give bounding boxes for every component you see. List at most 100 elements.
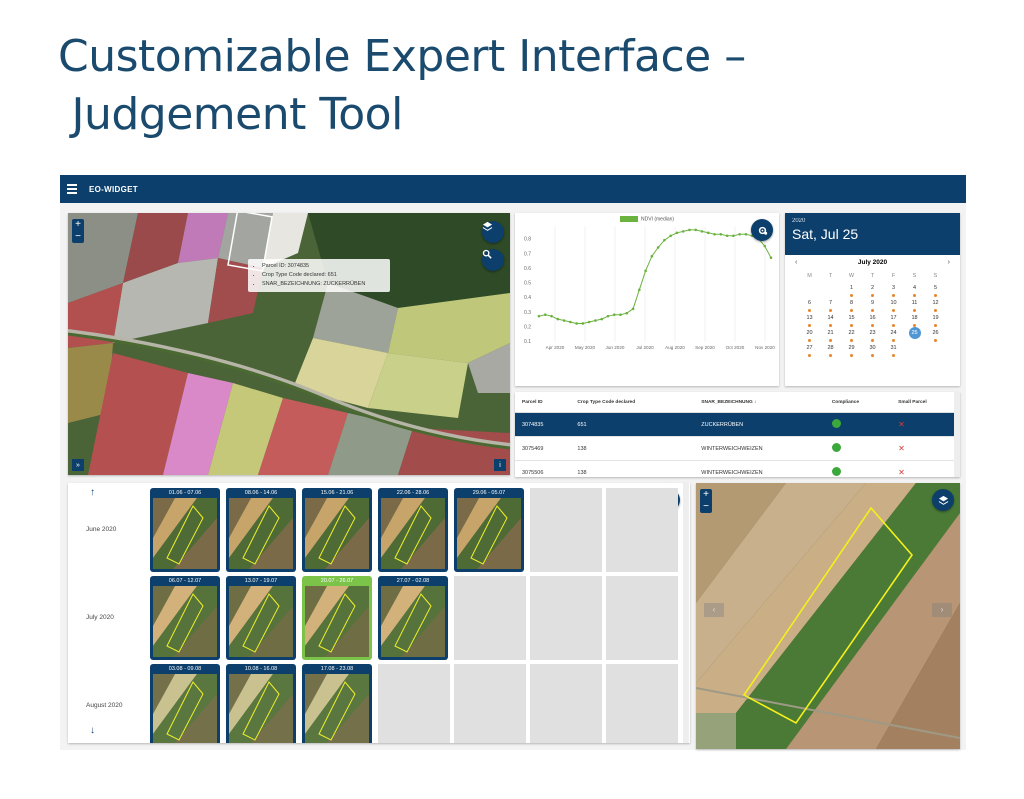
ndvi-data-point[interactable]	[763, 244, 767, 248]
ndvi-data-point[interactable]	[606, 314, 610, 318]
detail-next-arrow[interactable]: ›	[932, 603, 952, 617]
calendar-day[interactable]: 30	[862, 342, 883, 357]
image-thumbnail[interactable]: 06.07 - 12.07	[150, 576, 220, 660]
table-row[interactable]: 3074835 651 ZUCKERRÜBEN ✕	[515, 412, 960, 437]
calendar-day[interactable]: 15	[841, 312, 862, 327]
menu-icon[interactable]	[67, 182, 77, 196]
ndvi-data-point[interactable]	[638, 288, 641, 292]
ndvi-data-point[interactable]	[650, 254, 654, 258]
map-panel[interactable]: + − Parcel ID: 3074835 Crop Type Code de…	[68, 213, 510, 475]
ndvi-data-point[interactable]	[769, 256, 773, 259]
calendar-day[interactable]: 24	[883, 327, 904, 342]
ndvi-data-point[interactable]	[612, 313, 616, 316]
col-compliance[interactable]: Compliance	[824, 392, 892, 413]
ndvi-data-point[interactable]	[663, 238, 666, 242]
map-search-button[interactable]	[482, 249, 504, 271]
calendar-day[interactable]: 18	[904, 312, 925, 327]
calendar-day[interactable]: 7	[820, 297, 841, 312]
ndvi-data-point[interactable]	[732, 234, 735, 238]
map-expand-button[interactable]: »	[72, 459, 84, 471]
image-thumbnail[interactable]: 01.06 - 07.06	[150, 488, 220, 572]
calendar-day[interactable]: 20	[799, 327, 820, 342]
map-zoom-out-button[interactable]: −	[72, 231, 84, 243]
ndvi-data-point[interactable]	[669, 234, 672, 238]
timeline-scrollbar[interactable]	[683, 483, 689, 743]
ndvi-data-point[interactable]	[694, 228, 698, 232]
ndvi-data-point[interactable]	[543, 313, 547, 316]
ndvi-data-point[interactable]	[700, 230, 704, 233]
map-zoom-in-button[interactable]: +	[72, 219, 84, 231]
ndvi-data-point[interactable]	[575, 322, 578, 325]
ndvi-data-point[interactable]	[688, 228, 691, 232]
calendar-day[interactable]: 21	[820, 327, 841, 342]
ndvi-data-point[interactable]	[631, 307, 635, 311]
table-row[interactable]: 3075506 138 WINTERWEICHWEIZEN ✕	[515, 460, 960, 477]
ndvi-data-point[interactable]	[713, 233, 716, 236]
calendar-day[interactable]: 13	[799, 312, 820, 327]
map-info-button[interactable]: i	[494, 459, 506, 471]
calendar-day[interactable]: 3	[883, 282, 904, 297]
scroll-up-button[interactable]: ↑	[90, 487, 95, 498]
image-thumbnail[interactable]: 20.07 - 26.07	[302, 576, 372, 660]
ndvi-data-point[interactable]	[744, 233, 748, 236]
calendar-day[interactable]: 23	[862, 327, 883, 342]
calendar-day[interactable]: 17	[883, 312, 904, 327]
calendar-day[interactable]: 29	[841, 342, 862, 357]
calendar-day[interactable]: 10	[883, 297, 904, 312]
ndvi-data-point[interactable]	[587, 320, 591, 324]
calendar-day[interactable]: 27	[799, 342, 820, 357]
calendar-day[interactable]: 25	[904, 327, 925, 342]
col-small-parcel[interactable]: Small Parcel	[891, 392, 960, 413]
calendar-day[interactable]: 1	[841, 282, 862, 297]
ndvi-data-point[interactable]	[581, 322, 585, 325]
ndvi-data-point[interactable]	[681, 230, 685, 233]
detail-zoom-in-button[interactable]: +	[700, 489, 712, 501]
detail-zoom-out-button[interactable]: −	[700, 501, 712, 513]
ndvi-data-point[interactable]	[537, 314, 541, 318]
image-thumbnail[interactable]: 17.08 - 23.08	[302, 664, 372, 743]
calendar-day[interactable]: 16	[862, 312, 883, 327]
image-thumbnail[interactable]: 27.07 - 02.08	[378, 576, 448, 660]
ndvi-data-point[interactable]	[569, 320, 572, 324]
ndvi-data-point[interactable]	[675, 231, 679, 235]
calendar-day[interactable]: 6	[799, 297, 820, 312]
col-crop-code[interactable]: Crop Type Code declared	[570, 392, 695, 413]
ndvi-data-point[interactable]	[625, 311, 629, 315]
chart-settings-button[interactable]	[751, 219, 773, 241]
calendar-year[interactable]: 2020	[792, 218, 953, 224]
prev-month-button[interactable]: ‹	[795, 259, 797, 266]
ndvi-data-point[interactable]	[594, 319, 597, 322]
calendar-day[interactable]: 5	[925, 282, 946, 297]
map-layers-button[interactable]	[482, 221, 504, 243]
detail-layers-button[interactable]	[932, 489, 954, 511]
ndvi-data-point[interactable]	[600, 317, 604, 321]
col-parcel-id[interactable]: Parcel ID	[515, 392, 571, 413]
chart-legend[interactable]: NDVI (median)	[620, 216, 674, 222]
image-thumbnail[interactable]: 15.06 - 21.06	[302, 488, 372, 572]
ndvi-data-point[interactable]	[562, 319, 566, 322]
calendar-day[interactable]: 22	[841, 327, 862, 342]
image-thumbnail[interactable]: 22.06 - 28.06	[378, 488, 448, 572]
calendar-day[interactable]: 28	[820, 342, 841, 357]
image-thumbnail[interactable]: 08.06 - 14.06	[226, 488, 296, 572]
calendar-day[interactable]: 14	[820, 312, 841, 327]
scroll-down-button[interactable]: ↓	[90, 725, 95, 736]
calendar-day[interactable]: 2	[862, 282, 883, 297]
table-row[interactable]: 3075469 138 WINTERWEICHWEIZEN ✕	[515, 436, 960, 461]
calendar-day[interactable]: 31	[883, 342, 904, 357]
calendar-day[interactable]: 9	[862, 297, 883, 312]
next-month-button[interactable]: ›	[948, 259, 950, 266]
ndvi-data-point[interactable]	[725, 234, 729, 238]
ndvi-data-point[interactable]	[550, 314, 553, 318]
ndvi-data-point[interactable]	[644, 269, 647, 273]
calendar-day[interactable]: 19	[925, 312, 946, 327]
image-thumbnail[interactable]: 13.07 - 19.07	[226, 576, 296, 660]
ndvi-data-point[interactable]	[619, 313, 622, 316]
detail-map-panel[interactable]: + − ‹ ›	[696, 483, 960, 749]
calendar-day[interactable]: 26	[925, 327, 946, 342]
calendar-day[interactable]: 11	[904, 297, 925, 312]
ndvi-data-point[interactable]	[706, 231, 710, 235]
calendar-day[interactable]: 12	[925, 297, 946, 312]
calendar-day[interactable]: 8	[841, 297, 862, 312]
image-thumbnail[interactable]: 10.08 - 16.08	[226, 664, 296, 743]
